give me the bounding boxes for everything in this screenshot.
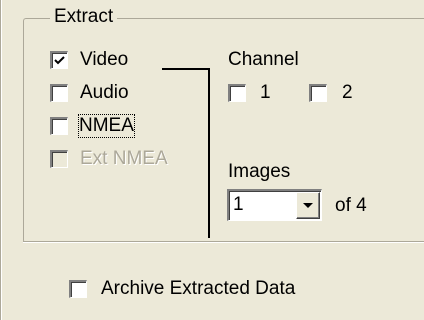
images-label: Images (228, 161, 291, 182)
archive-checkbox[interactable] (69, 280, 87, 298)
audio-checkbox[interactable] (50, 84, 68, 102)
ext-nmea-checkbox (50, 150, 68, 168)
extract-group-title: Extract (50, 6, 118, 28)
images-dropdown-value: 1 (233, 194, 244, 215)
ext-nmea-label: Ext NMEA (80, 148, 168, 169)
channel-2-label[interactable]: 2 (342, 82, 353, 104)
checkmark-icon (54, 56, 65, 65)
channel-2-checkbox[interactable] (309, 84, 327, 102)
connector-line (162, 68, 210, 70)
images-dropdown[interactable]: 1 (227, 189, 322, 221)
video-label[interactable]: Video (80, 49, 128, 71)
nmea-label[interactable]: NMEA (78, 114, 135, 138)
panel-divider (0, 0, 2, 320)
channel-label: Channel (228, 49, 299, 70)
chevron-down-icon (303, 203, 313, 208)
video-checkbox[interactable] (50, 51, 68, 69)
nmea-checkbox[interactable] (50, 117, 68, 135)
images-of-count: of 4 (335, 195, 367, 216)
group-bottom-separator (23, 241, 424, 243)
dropdown-button[interactable] (296, 192, 320, 219)
audio-label[interactable]: Audio (80, 82, 129, 104)
channel-1-checkbox[interactable] (228, 84, 246, 102)
channel-1-label[interactable]: 1 (260, 82, 271, 104)
archive-label[interactable]: Archive Extracted Data (101, 278, 295, 300)
connector-line-vertical (208, 68, 210, 238)
